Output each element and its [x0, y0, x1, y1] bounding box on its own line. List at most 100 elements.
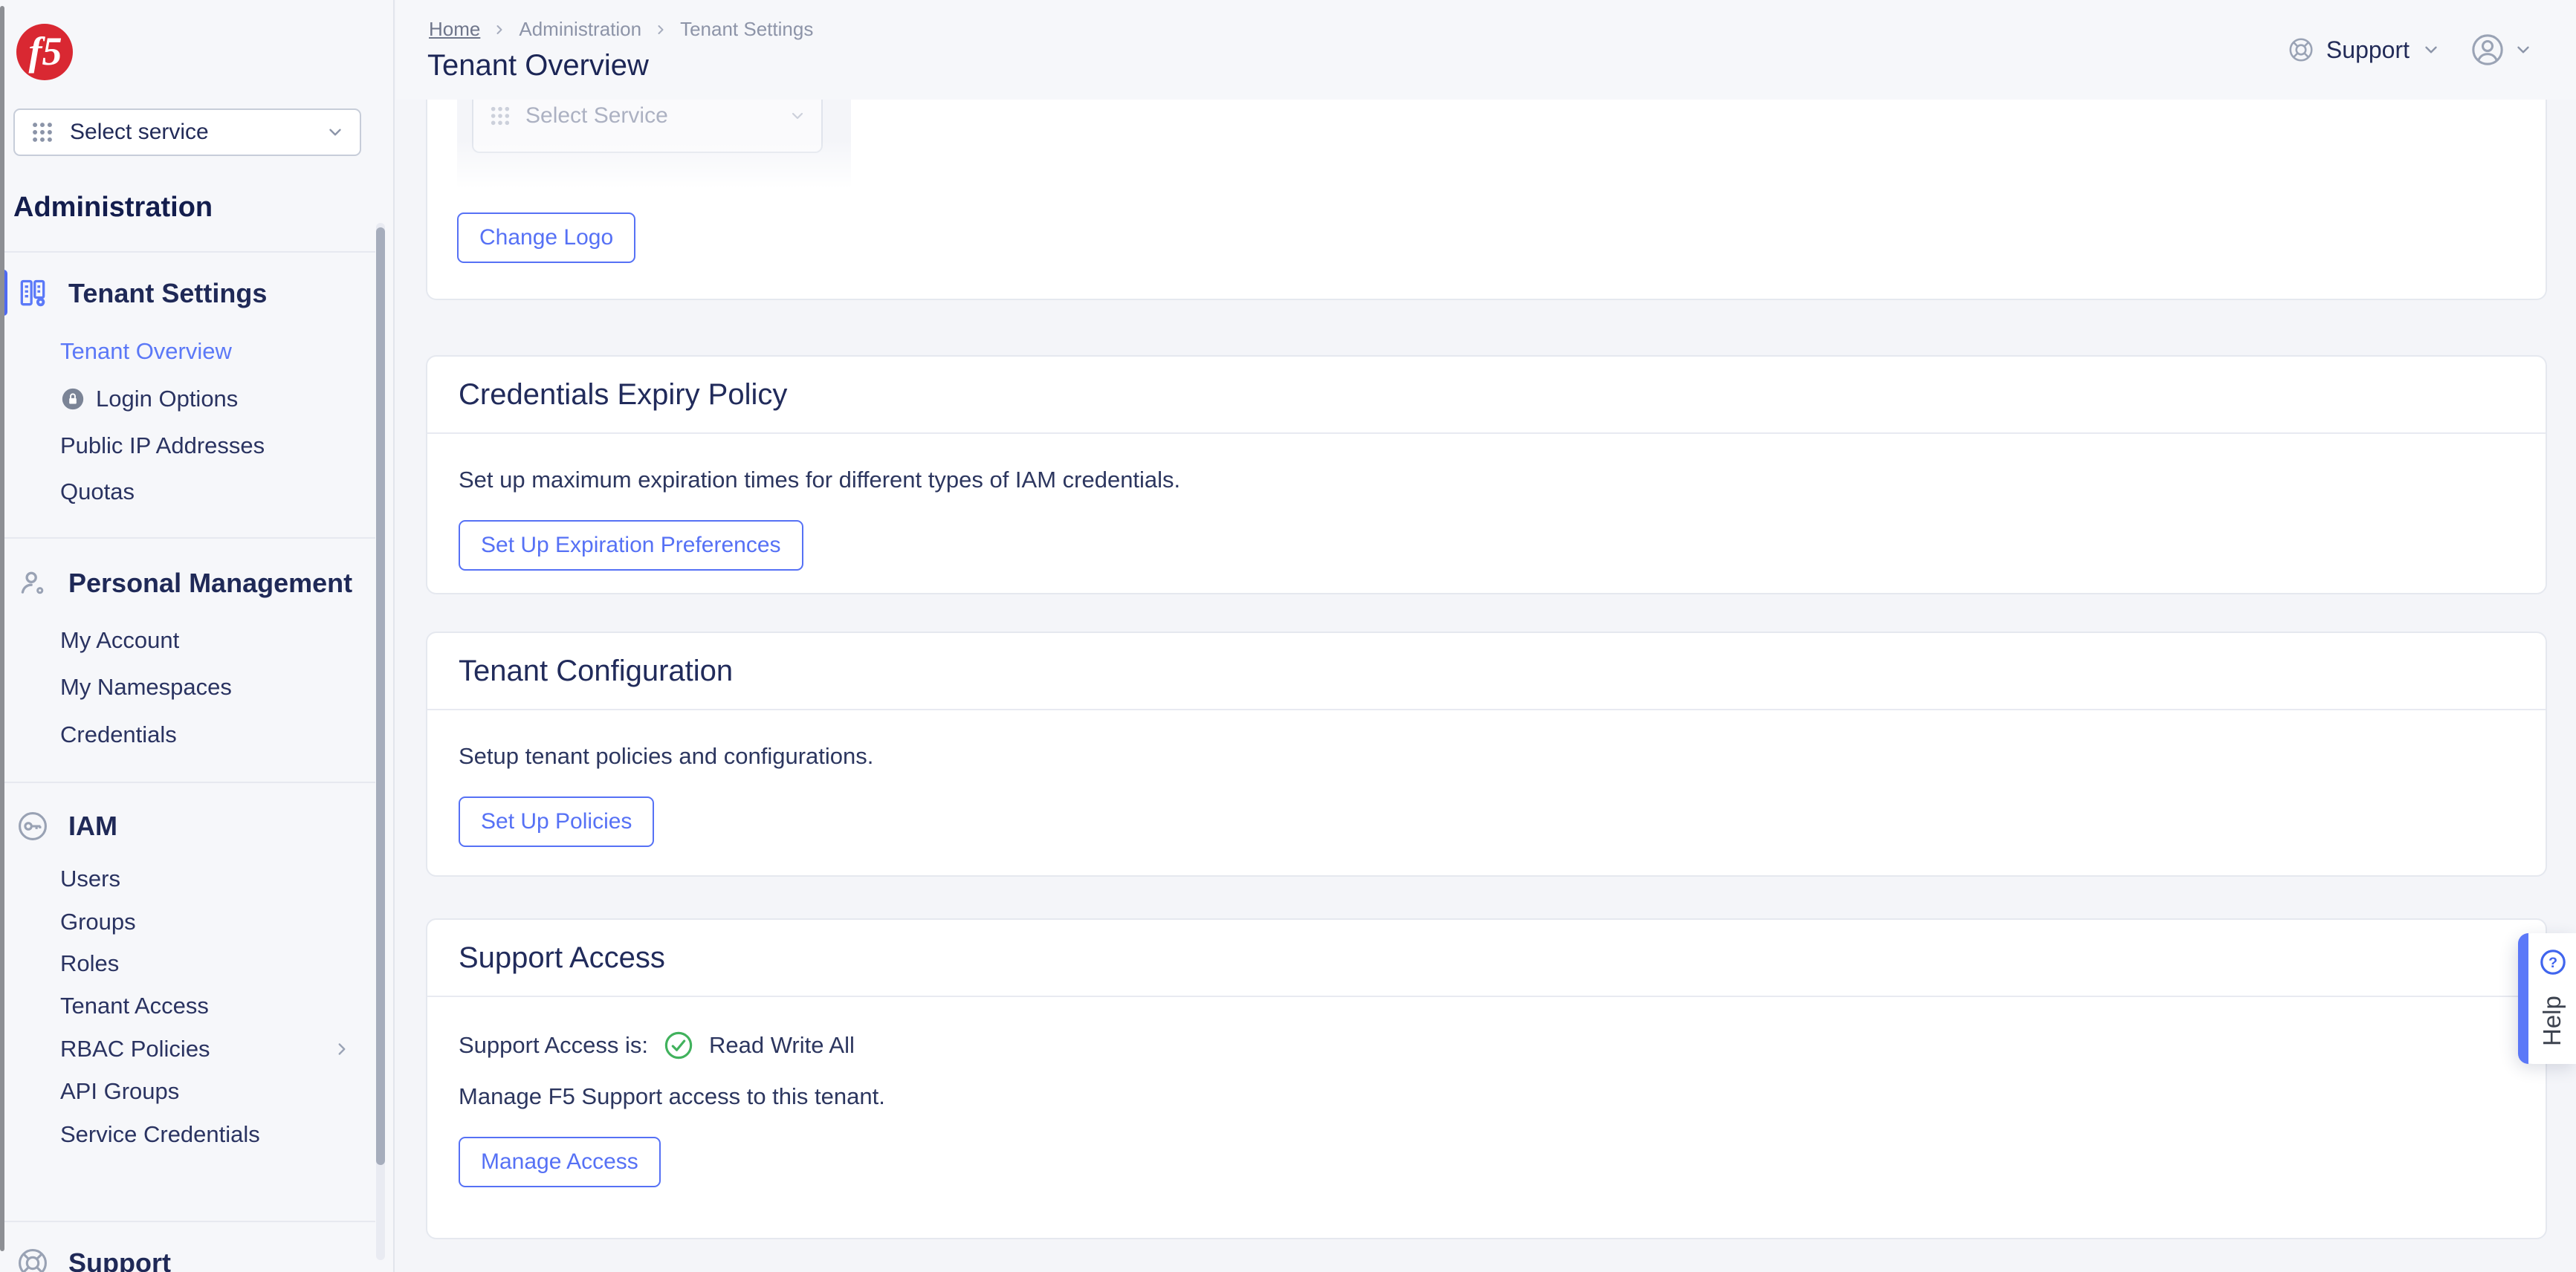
- sidebar-item-tenant-access[interactable]: Tenant Access: [60, 988, 209, 1024]
- grid-icon: [488, 104, 512, 128]
- help-tab-label: Help: [2538, 996, 2566, 1046]
- logo-preview-label: Select Service: [525, 103, 668, 128]
- person-gear-icon: [16, 567, 49, 600]
- chevron-down-icon: [789, 107, 806, 125]
- breadcrumb-administration: Administration: [519, 18, 642, 40]
- sidebar-item-label: Tenant Overview: [60, 338, 232, 364]
- sidebar-item-label: Service Credentials: [60, 1121, 260, 1147]
- card-title: Credentials Expiry Policy: [427, 357, 2546, 434]
- sidebar-item-service-credentials[interactable]: Service Credentials: [60, 1117, 260, 1152]
- help-tab[interactable]: ? Help: [2518, 933, 2576, 1064]
- chevron-right-icon: [492, 22, 507, 37]
- grid-icon: [30, 120, 55, 145]
- page-header: Home Administration Tenant Settings Tena…: [396, 0, 2576, 100]
- sidebar-scrollbar-thumb[interactable]: [376, 227, 385, 1165]
- app-window: f5 Select service Administration Tenant …: [0, 0, 2576, 1272]
- logo-preview-image: Select Service: [457, 100, 851, 189]
- chevron-down-icon: [326, 123, 345, 142]
- sidebar-item-label: Credentials: [60, 721, 177, 747]
- question-circle-icon: ?: [2539, 948, 2567, 976]
- support-access-card: Support Access Support Access is: Read W…: [426, 918, 2547, 1239]
- sidebar-group-tenant-settings[interactable]: Tenant Settings: [16, 270, 267, 317]
- help-tab-accent-bar: [2518, 933, 2528, 1064]
- sidebar-group-personal-management[interactable]: Personal Management: [16, 559, 352, 607]
- tenant-configuration-card: Tenant Configuration Setup tenant polici…: [426, 632, 2547, 877]
- page-title: Tenant Overview: [427, 49, 649, 82]
- logo-card: Select Service Change Logo: [426, 100, 2547, 300]
- support-menu-label: Support: [2326, 36, 2410, 63]
- window-edge-strip: [0, 6, 4, 1251]
- sidebar-group-label: Support: [68, 1247, 171, 1272]
- sidebar-group-label: IAM: [68, 811, 117, 841]
- divider: [0, 1221, 375, 1222]
- card-description: Manage F5 Support access to this tenant.: [459, 1083, 885, 1109]
- divider: [0, 782, 375, 783]
- sidebar-item-label: Tenant Access: [60, 993, 209, 1019]
- sidebar-group-label: Personal Management: [68, 568, 353, 598]
- breadcrumb-tenant-settings: Tenant Settings: [680, 18, 814, 40]
- sidebar-item-label: Users: [60, 866, 120, 892]
- preview-fade: [457, 140, 851, 189]
- sidebar: f5 Select service Administration Tenant …: [0, 0, 395, 1272]
- sidebar-item-public-ip-addresses[interactable]: Public IP Addresses: [60, 428, 265, 464]
- sidebar-item-my-namespaces[interactable]: My Namespaces: [60, 669, 232, 705]
- account-menu-button[interactable]: [2470, 33, 2533, 67]
- sidebar-group-support[interactable]: Support: [16, 1239, 171, 1272]
- avatar-icon: [2470, 33, 2505, 67]
- card-description: Setup tenant policies and configurations…: [459, 743, 874, 769]
- key-circle-icon: [16, 810, 49, 843]
- sidebar-item-label: Public IP Addresses: [60, 432, 265, 458]
- support-menu-button[interactable]: Support: [2288, 36, 2441, 64]
- chevron-right-icon: [332, 1039, 352, 1059]
- chevron-down-icon: [2514, 40, 2533, 59]
- f5-logo-icon: f5: [16, 24, 73, 80]
- life-ring-icon: [16, 1247, 49, 1272]
- sidebar-item-label: API Groups: [60, 1078, 180, 1104]
- sidebar-item-quotas[interactable]: Quotas: [60, 474, 135, 510]
- status-label: Support Access is:: [459, 1032, 649, 1058]
- check-circle-icon: [663, 1030, 694, 1061]
- chevron-down-icon: [2421, 40, 2441, 59]
- sidebar-item-credentials[interactable]: Credentials: [60, 717, 177, 753]
- svg-text:?: ?: [2549, 955, 2557, 971]
- sidebar-item-tenant-overview[interactable]: Tenant Overview: [60, 334, 232, 369]
- sidebar-item-label: My Namespaces: [60, 674, 232, 700]
- support-access-status-row: Support Access is: Read Write All: [459, 1030, 2514, 1061]
- breadcrumb-home[interactable]: Home: [429, 18, 480, 41]
- divider: [0, 537, 375, 539]
- change-logo-button[interactable]: Change Logo: [457, 212, 636, 263]
- card-description: Set up maximum expiration times for diff…: [459, 467, 1181, 493]
- sidebar-item-label: Groups: [60, 909, 136, 935]
- sidebar-item-login-options[interactable]: Login Options: [60, 381, 238, 417]
- f5-logo: f5: [15, 22, 74, 82]
- sidebar-group-label: Tenant Settings: [68, 278, 268, 308]
- sidebar-item-label: RBAC Policies: [60, 1036, 210, 1062]
- building-gear-icon: [16, 277, 49, 310]
- credentials-expiry-card: Credentials Expiry Policy Set up maximum…: [426, 355, 2547, 594]
- lock-badge-icon: [60, 386, 85, 412]
- sidebar-item-label: My Account: [60, 627, 180, 653]
- breadcrumb: Home Administration Tenant Settings: [429, 18, 813, 41]
- main-content: Select Service Change Logo Credentials E…: [396, 100, 2576, 1272]
- service-selector[interactable]: Select service: [13, 108, 361, 156]
- sidebar-item-rbac-policies[interactable]: RBAC Policies: [60, 1031, 352, 1067]
- manage-access-button[interactable]: Manage Access: [459, 1137, 661, 1187]
- service-selector-label: Select service: [70, 120, 209, 144]
- sidebar-item-api-groups[interactable]: API Groups: [60, 1074, 179, 1109]
- header-actions: Support: [2288, 0, 2533, 100]
- sidebar-item-groups[interactable]: Groups: [60, 904, 136, 940]
- sidebar-item-my-account[interactable]: My Account: [60, 623, 179, 658]
- sidebar-item-users[interactable]: Users: [60, 861, 120, 897]
- svg-text:f5: f5: [29, 29, 62, 74]
- sidebar-item-label: Login Options: [96, 386, 239, 412]
- setup-expiration-preferences-button[interactable]: Set Up Expiration Preferences: [459, 520, 803, 571]
- status-value: Read Write All: [709, 1032, 855, 1058]
- sidebar-item-label: Roles: [60, 950, 120, 976]
- sidebar-group-iam[interactable]: IAM: [16, 802, 117, 850]
- life-ring-icon: [2288, 36, 2314, 63]
- chevron-right-icon: [653, 22, 668, 37]
- sidebar-item-roles[interactable]: Roles: [60, 946, 119, 981]
- sidebar-section-heading: Administration: [13, 192, 213, 223]
- setup-policies-button[interactable]: Set Up Policies: [459, 796, 655, 847]
- card-title: Support Access: [427, 920, 2546, 997]
